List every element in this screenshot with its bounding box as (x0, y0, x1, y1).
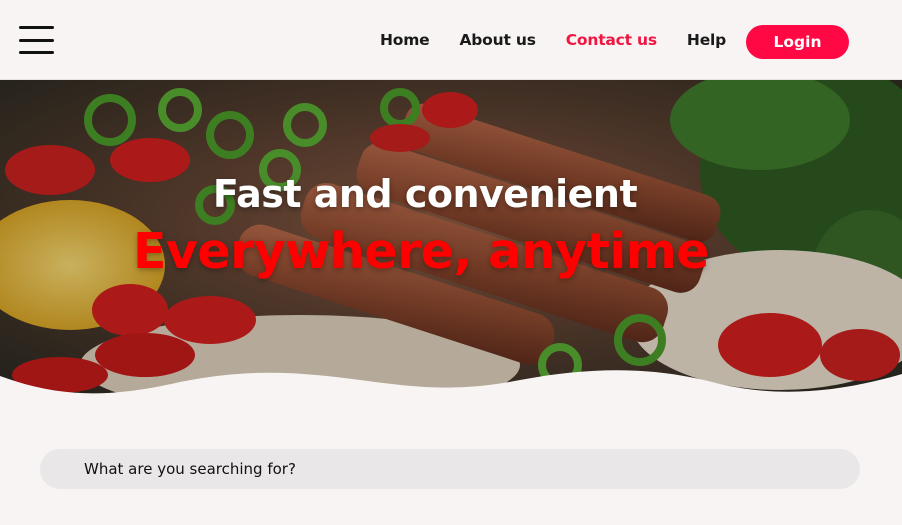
login-button[interactable]: Login (746, 25, 849, 59)
nav-contact-link[interactable]: Contact us (566, 31, 657, 49)
nav-home-link[interactable]: Home (380, 31, 430, 49)
nav-about-link[interactable]: About us (459, 31, 535, 49)
hamburger-menu-icon[interactable] (19, 26, 54, 54)
search-input[interactable] (84, 460, 860, 478)
hero-title: Fast and convenient (212, 172, 638, 216)
hero-subtitle: Everywhere, anytime (132, 223, 710, 280)
hero-banner: Fast and convenient Everywhere, anytime (0, 80, 902, 400)
main-nav: Home About us Contact us Help (380, 0, 756, 80)
search-bar (40, 449, 860, 489)
top-header: Home About us Contact us Help Login (0, 0, 902, 80)
nav-help-link[interactable]: Help (687, 31, 726, 49)
